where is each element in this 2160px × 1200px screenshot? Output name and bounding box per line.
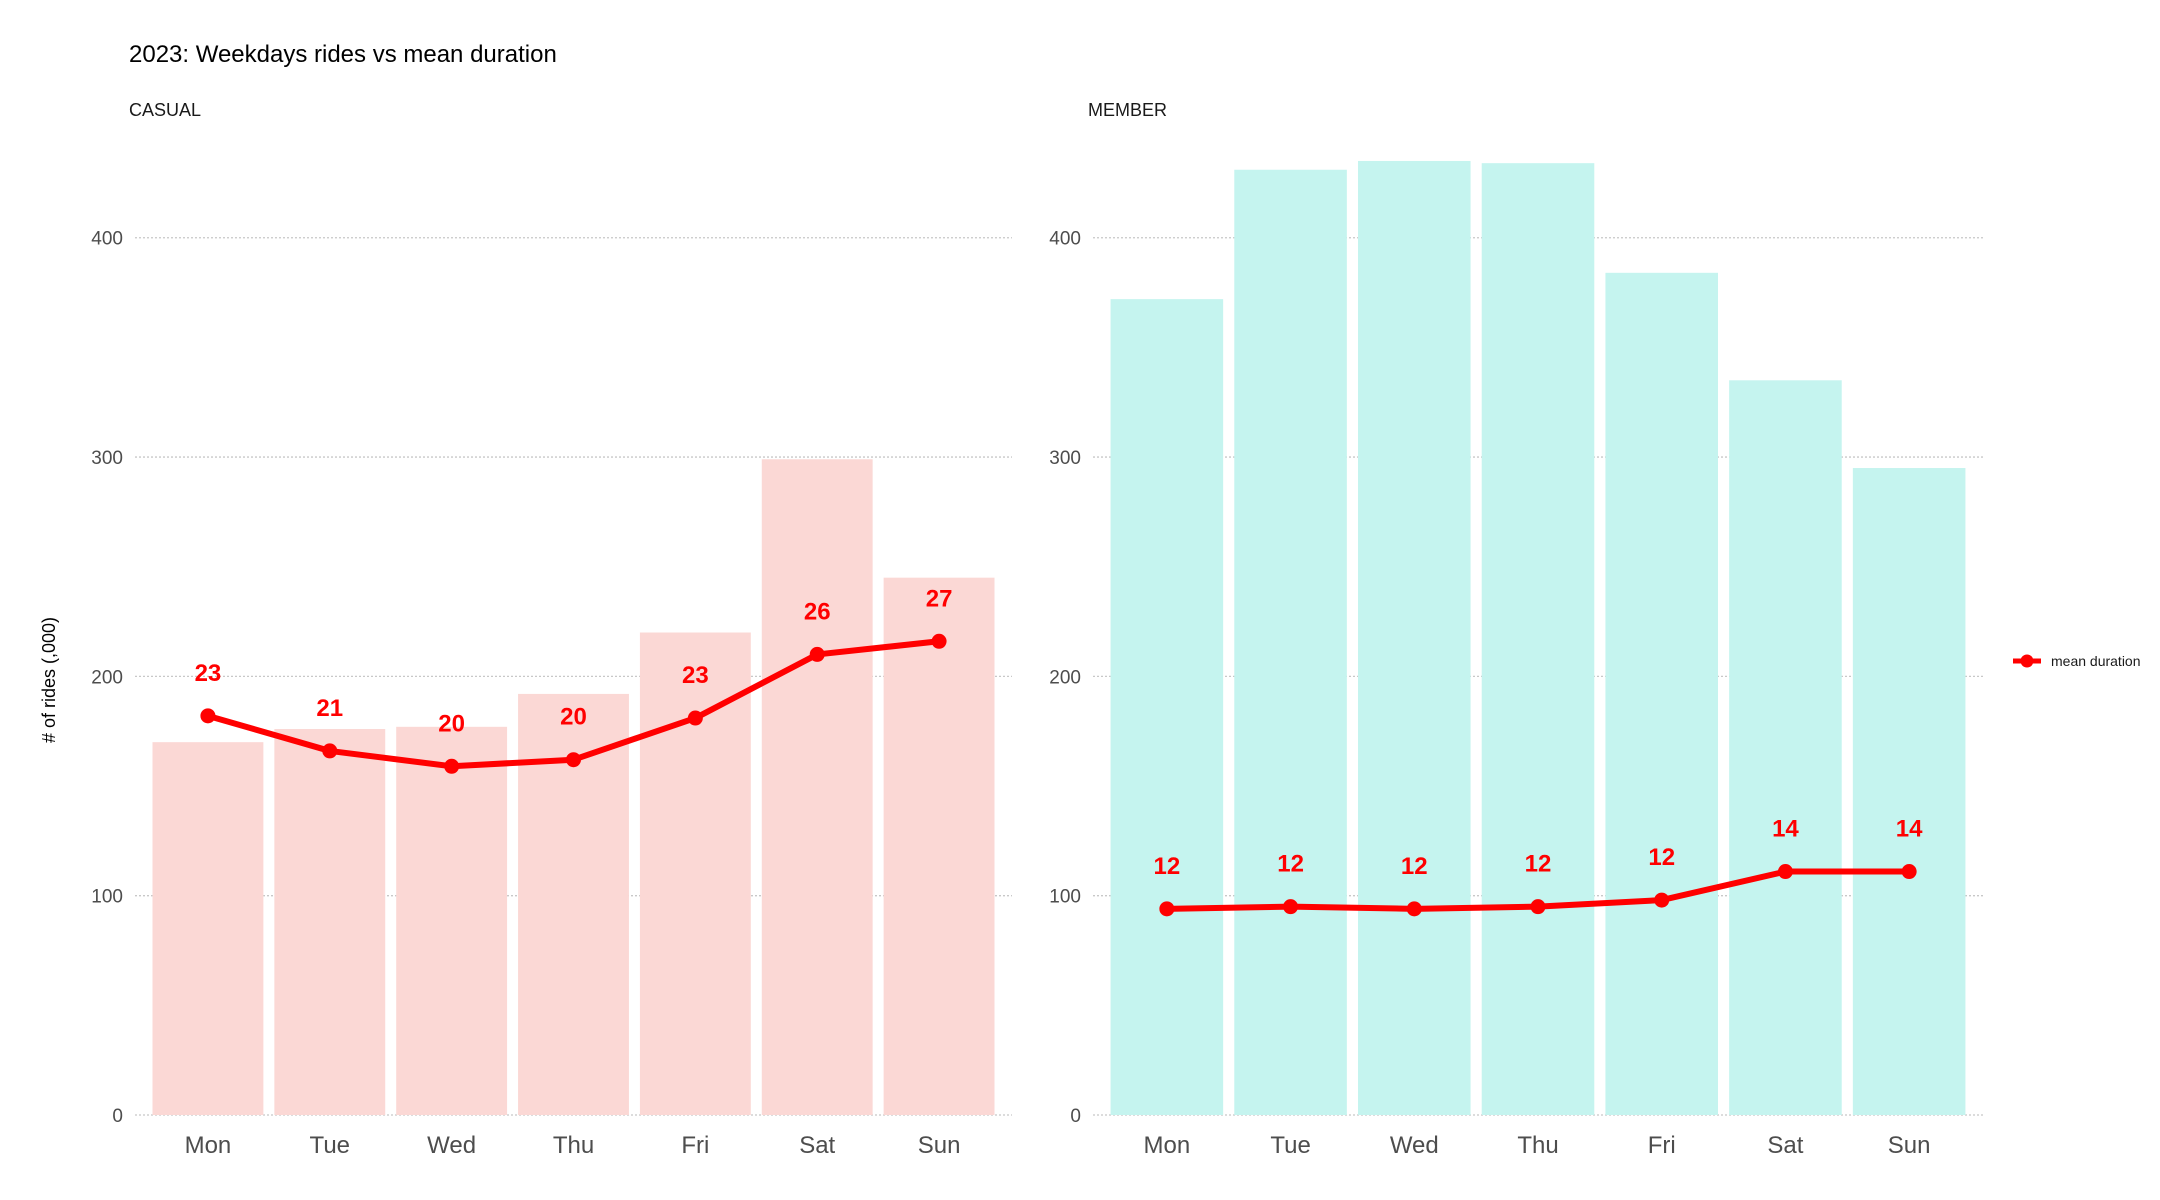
x-tick-label: Tue <box>1270 1132 1310 1159</box>
mean-duration-point <box>1530 899 1546 915</box>
mean-duration-point <box>566 752 581 768</box>
bar-mon <box>152 742 264 1115</box>
legend: mean duration <box>2013 653 2141 669</box>
mean-duration-point <box>1406 901 1422 917</box>
panels: CASUAL0100200300400Mon Tue Wed Thu Fri Sat Sun… <box>91 100 1983 1159</box>
y-tick-label: 300 <box>1049 448 1081 469</box>
x-tick-label: Sun <box>1888 1132 1931 1159</box>
bar-mon <box>1110 299 1224 1115</box>
x-tick-label: Fri <box>1648 1132 1676 1159</box>
bar-wed <box>396 726 508 1115</box>
x-tick-label: Fri <box>681 1132 709 1159</box>
mean-duration-label: 23 <box>195 660 222 687</box>
x-tick-label: Thu <box>1517 1132 1558 1159</box>
mean-duration-point <box>809 646 825 662</box>
mean-duration-point <box>444 758 460 774</box>
panel-member: MEMBER 0 100 200 300 400 Mon Tue Wed Thu Fri Sat Sun… <box>1049 100 1983 1159</box>
mean-duration-point <box>1901 864 1917 880</box>
x-tick-label: Sat <box>1767 1132 1803 1159</box>
y-axis-title: # of rides (,000) <box>39 617 59 743</box>
x-tick-label: Thu <box>553 1132 594 1159</box>
mean-duration-label: 12 <box>1648 844 1675 871</box>
y-tick-label: 400 <box>91 229 123 250</box>
mean-duration-point <box>1654 892 1670 908</box>
mean-duration-label: 21 <box>316 695 343 722</box>
y-tick-label: 100 <box>91 887 123 908</box>
mean-duration-label: 26 <box>804 598 831 625</box>
mean-duration-label: 12 <box>1525 851 1552 878</box>
panel-casual: CASUAL 0 100 200 300 400 Mon Tue Wed Thu Fri Sat Sun… <box>91 100 1012 1159</box>
facet-label: CASUAL <box>129 100 201 120</box>
y-tick-label: 100 <box>1049 887 1081 908</box>
bar-fri <box>639 632 751 1115</box>
chart-root: 2023: Weekdays rides vs mean duration # … <box>0 0 2160 1200</box>
y-tick-label: 300 <box>91 448 123 469</box>
y-tick-label: 200 <box>91 667 123 688</box>
mean-duration-label: 14 <box>1896 816 1923 843</box>
x-tick-label: Mon <box>185 1132 232 1159</box>
x-tick-label: Tue <box>310 1132 350 1159</box>
y-tick-label: 0 <box>1070 1106 1081 1127</box>
bar-thu <box>1481 163 1595 1116</box>
y-tick-label: 0 <box>112 1106 123 1127</box>
legend-label: mean duration <box>2051 653 2141 669</box>
mean-duration-point <box>1283 899 1299 915</box>
mean-duration-point <box>322 743 338 759</box>
mean-duration-label: 20 <box>560 704 587 731</box>
mean-duration-label: 12 <box>1154 853 1181 880</box>
mean-duration-point <box>687 710 703 726</box>
mean-duration-label: 23 <box>682 662 709 689</box>
bar-tue <box>274 729 386 1115</box>
mean-duration-label: 14 <box>1772 816 1799 843</box>
y-tick-label: 400 <box>1049 229 1081 250</box>
bar-sun <box>883 577 995 1115</box>
mean-duration-label: 12 <box>1277 851 1304 878</box>
bar-sat <box>1729 380 1842 1116</box>
x-tick-label: Sat <box>799 1132 835 1159</box>
x-tick-label: Sun <box>918 1132 961 1159</box>
mean-duration-label: 27 <box>926 585 953 612</box>
mean-duration-point <box>931 633 947 649</box>
x-tick-label: Mon <box>1144 1132 1191 1159</box>
mean-duration-label: 20 <box>438 710 465 737</box>
mean-duration-point <box>1159 901 1175 917</box>
chart-svg: 2023: Weekdays rides vs mean duration # … <box>39 41 2141 1159</box>
bar-sat <box>761 459 873 1115</box>
x-tick-label: Wed <box>1390 1132 1439 1159</box>
mean-duration-point <box>1777 864 1793 880</box>
x-tick-label: Wed <box>427 1132 476 1159</box>
facet-label: MEMBER <box>1088 100 1167 120</box>
chart-title: 2023: Weekdays rides vs mean duration <box>129 41 557 68</box>
legend-point-swatch <box>2020 654 2034 668</box>
mean-duration-label: 12 <box>1401 853 1428 880</box>
bar-wed <box>1357 160 1471 1115</box>
bar-sun <box>1852 468 1966 1115</box>
mean-duration-point <box>200 708 216 724</box>
y-tick-label: 200 <box>1049 667 1081 688</box>
bar-tue <box>1234 169 1347 1115</box>
bar-fri <box>1605 272 1719 1115</box>
